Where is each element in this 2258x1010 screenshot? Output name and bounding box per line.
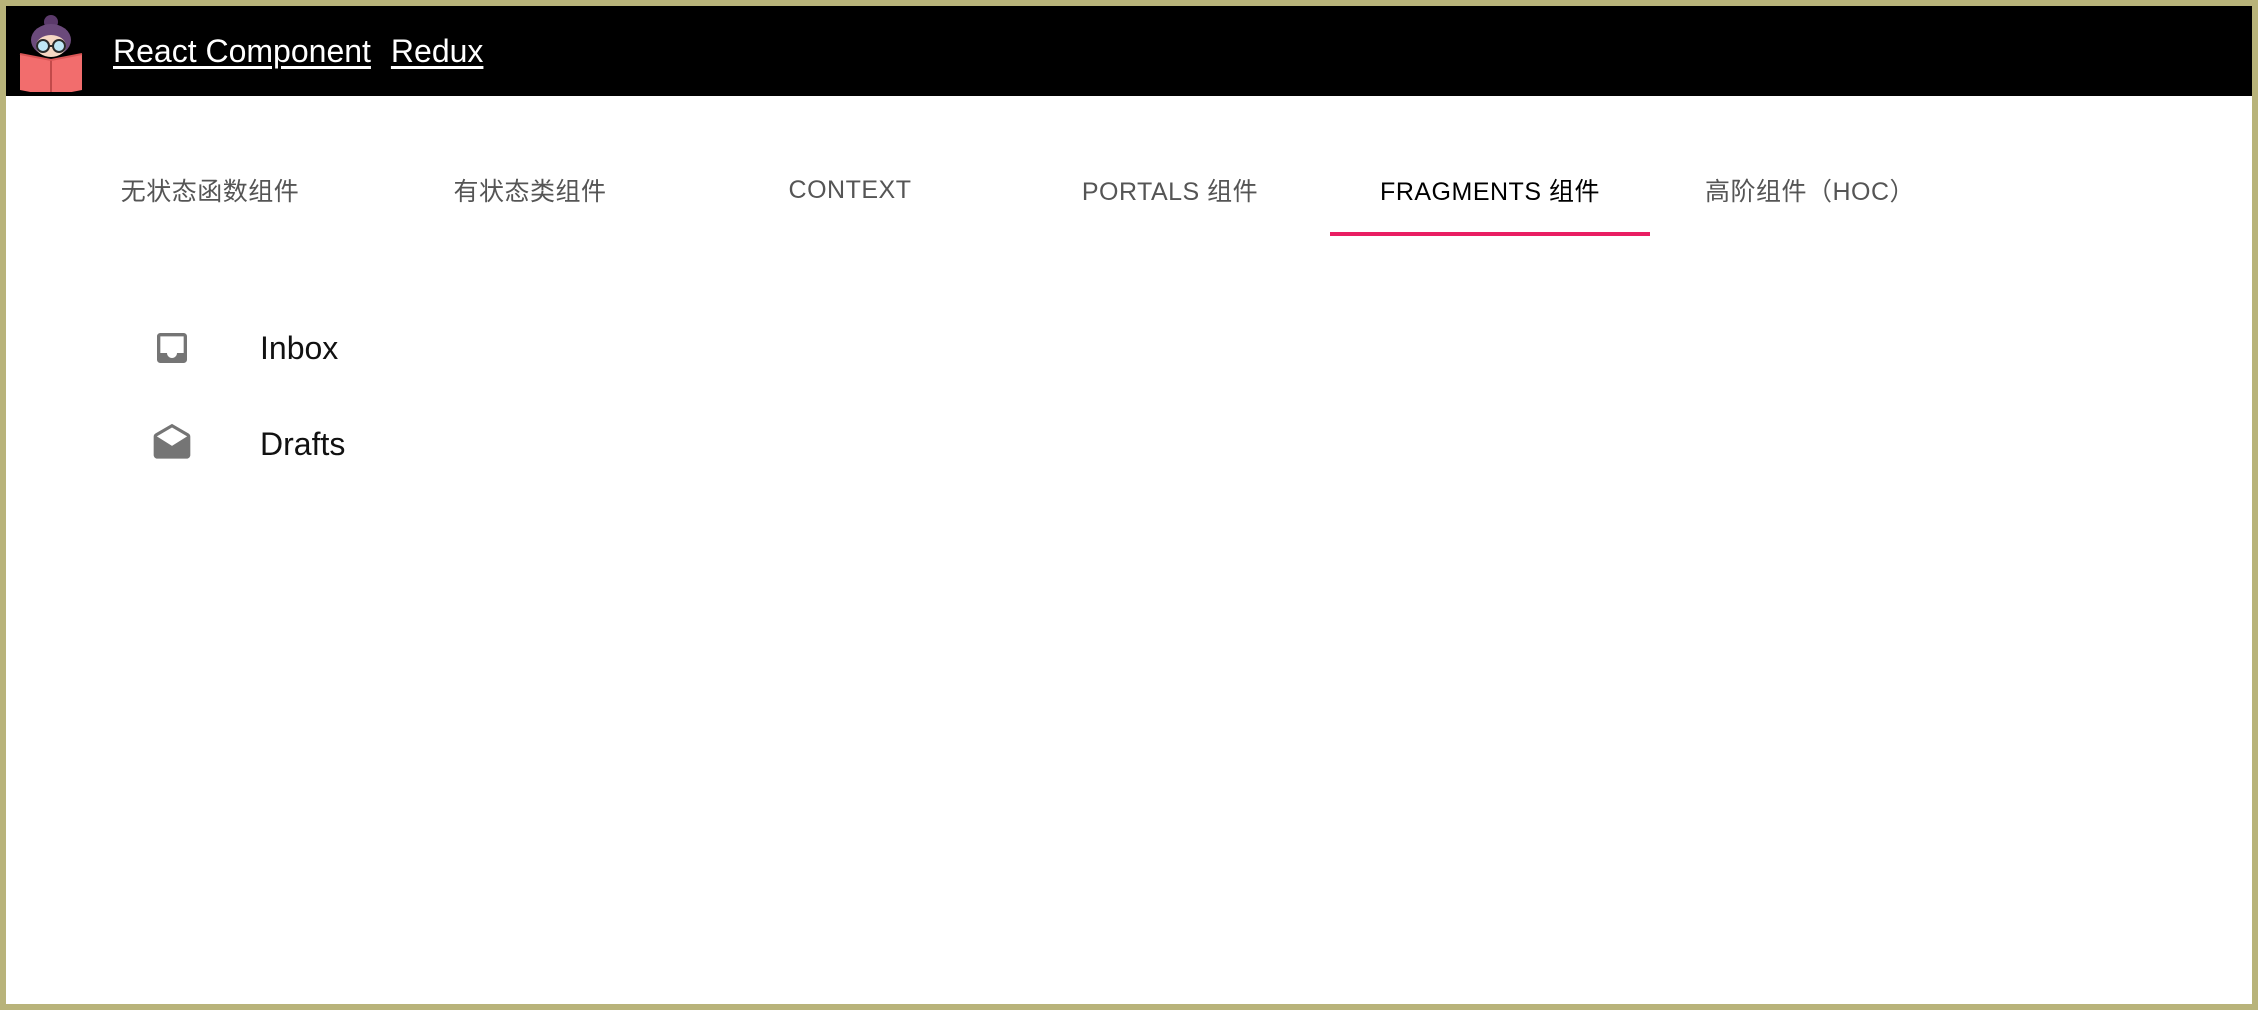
tab-fragments-component[interactable]: FRAGMENTS 组件: [1330, 140, 1650, 240]
list-item-inbox[interactable]: Inbox: [126, 300, 345, 396]
tab-higher-order-component[interactable]: 高阶组件（HOC）: [1650, 140, 1970, 240]
header-nav: React Component Redux: [113, 6, 483, 96]
tab-portals-component[interactable]: PORTALS 组件: [1010, 140, 1330, 240]
mail-list: Inbox Drafts: [126, 300, 345, 492]
inbox-icon: [142, 318, 202, 378]
drafts-icon: [142, 414, 202, 474]
list-item-drafts[interactable]: Drafts: [126, 396, 345, 492]
tab-bar: 无状态函数组件 有状态类组件 CONTEXT PORTALS 组件 FRAGME…: [50, 140, 1970, 240]
app-header: React Component Redux: [6, 6, 2252, 96]
list-item-label: Inbox: [260, 329, 339, 366]
nav-link-react-component[interactable]: React Component: [113, 33, 371, 70]
tab-stateless-function-component[interactable]: 无状态函数组件: [50, 140, 370, 240]
nav-link-redux[interactable]: Redux: [391, 33, 484, 70]
list-item-label: Drafts: [260, 425, 346, 462]
reading-girl-logo-icon[interactable]: [16, 12, 86, 96]
app-frame: React Component Redux 无状态函数组件 有状态类组件 CON…: [0, 0, 2258, 1010]
tab-stateful-class-component[interactable]: 有状态类组件: [370, 140, 690, 240]
tab-context[interactable]: CONTEXT: [690, 140, 1010, 240]
